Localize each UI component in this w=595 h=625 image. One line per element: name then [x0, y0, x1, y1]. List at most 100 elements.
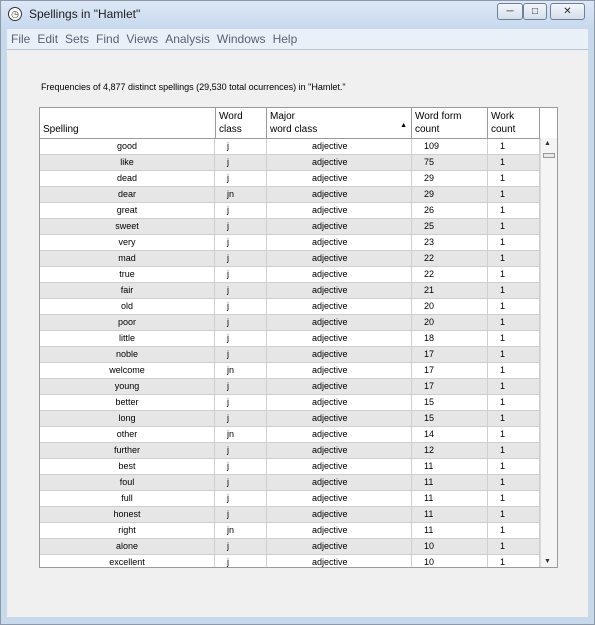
table-row[interactable]: like j adjective 75 1 — [40, 155, 540, 171]
table-row[interactable]: best j adjective 11 1 — [40, 459, 540, 475]
cell-major-word-class: adjective — [267, 491, 412, 506]
cell-spelling: true — [40, 267, 215, 282]
column-header-spelling[interactable]: Spelling — [40, 108, 216, 138]
cell-spelling: great — [40, 203, 215, 218]
cell-work-count: 1 — [488, 523, 540, 538]
table-row[interactable]: sweet j adjective 25 1 — [40, 219, 540, 235]
cell-word-class: j — [215, 475, 267, 490]
table-row[interactable]: fair j adjective 21 1 — [40, 283, 540, 299]
frequency-caption: Frequencies of 4,877 distinct spellings … — [41, 82, 346, 92]
cell-spelling: other — [40, 427, 215, 442]
menu-file[interactable]: File — [7, 29, 33, 49]
table-row[interactable]: welcome jn adjective 17 1 — [40, 363, 540, 379]
cell-word-class: j — [215, 331, 267, 346]
cell-word-form-count: 11 — [412, 459, 488, 474]
menu-views[interactable]: Views — [122, 29, 161, 49]
cell-major-word-class: adjective — [267, 267, 412, 282]
cell-major-word-class: adjective — [267, 235, 412, 250]
cell-major-word-class: adjective — [267, 523, 412, 538]
table-row[interactable]: better j adjective 15 1 — [40, 395, 540, 411]
table-row[interactable]: further j adjective 12 1 — [40, 443, 540, 459]
cell-spelling: long — [40, 411, 215, 426]
table-row[interactable]: noble j adjective 17 1 — [40, 347, 540, 363]
cell-work-count: 1 — [488, 187, 540, 202]
cell-work-count: 1 — [488, 443, 540, 458]
cell-spelling: young — [40, 379, 215, 394]
cell-word-class: j — [215, 347, 267, 362]
cell-work-count: 1 — [488, 315, 540, 330]
cell-work-count: 1 — [488, 331, 540, 346]
table-row[interactable]: young j adjective 17 1 — [40, 379, 540, 395]
cell-major-word-class: adjective — [267, 539, 412, 554]
cell-major-word-class: adjective — [267, 171, 412, 186]
menu-analysis[interactable]: Analysis — [161, 29, 213, 49]
scroll-thumb[interactable] — [543, 153, 555, 158]
table-row[interactable]: poor j adjective 20 1 — [40, 315, 540, 331]
cell-major-word-class: adjective — [267, 155, 412, 170]
table-row[interactable]: very j adjective 23 1 — [40, 235, 540, 251]
maximize-button[interactable]: □ — [523, 3, 547, 20]
cell-work-count: 1 — [488, 475, 540, 490]
cell-work-count: 1 — [488, 555, 540, 567]
vertical-scrollbar[interactable]: ▲ ▼ — [540, 138, 557, 567]
table-row[interactable]: little j adjective 18 1 — [40, 331, 540, 347]
cell-spelling: welcome — [40, 363, 215, 378]
menu-windows[interactable]: Windows — [213, 29, 269, 49]
cell-work-count: 1 — [488, 379, 540, 394]
column-header-word-form-count[interactable]: Word form count — [412, 108, 488, 138]
table-row[interactable]: old j adjective 20 1 — [40, 299, 540, 315]
table-row[interactable]: alone j adjective 10 1 — [40, 539, 540, 555]
table-row[interactable]: excellent j adjective 10 1 — [40, 555, 540, 567]
cell-work-count: 1 — [488, 347, 540, 362]
table-row[interactable]: great j adjective 26 1 — [40, 203, 540, 219]
cell-spelling: little — [40, 331, 215, 346]
menu-help[interactable]: Help — [269, 29, 301, 49]
cell-spelling: mad — [40, 251, 215, 266]
scroll-up-icon[interactable]: ▲ — [544, 140, 551, 147]
table-row[interactable]: true j adjective 22 1 — [40, 267, 540, 283]
cell-major-word-class: adjective — [267, 427, 412, 442]
cell-spelling: noble — [40, 347, 215, 362]
table-row[interactable]: right jn adjective 11 1 — [40, 523, 540, 539]
cell-spelling: dead — [40, 171, 215, 186]
cell-word-class: j — [215, 459, 267, 474]
table-row[interactable]: dear jn adjective 29 1 — [40, 187, 540, 203]
scroll-down-icon[interactable]: ▼ — [544, 558, 551, 565]
minimize-button[interactable]: ─ — [497, 3, 523, 20]
cell-word-class: j — [215, 251, 267, 266]
column-header-major-word-class[interactable]: Major word class ▲ — [267, 108, 412, 138]
table-row[interactable]: long j adjective 15 1 — [40, 411, 540, 427]
column-header-word-class[interactable]: Word class — [216, 108, 267, 138]
menu-sets[interactable]: Sets — [61, 29, 92, 49]
table-row[interactable]: honest j adjective 11 1 — [40, 507, 540, 523]
column-header-work-count[interactable]: Work count — [488, 108, 540, 138]
cell-work-count: 1 — [488, 507, 540, 522]
table-row[interactable]: mad j adjective 22 1 — [40, 251, 540, 267]
table-row[interactable]: foul j adjective 11 1 — [40, 475, 540, 491]
cell-work-count: 1 — [488, 219, 540, 234]
cell-spelling: sweet — [40, 219, 215, 234]
cell-work-count: 1 — [488, 539, 540, 554]
cell-word-form-count: 29 — [412, 171, 488, 186]
cell-word-form-count: 18 — [412, 331, 488, 346]
table-row[interactable]: good j adjective 109 1 — [40, 139, 540, 155]
cell-major-word-class: adjective — [267, 251, 412, 266]
table-row[interactable]: dead j adjective 29 1 — [40, 171, 540, 187]
cell-word-class: j — [215, 219, 267, 234]
cell-work-count: 1 — [488, 395, 540, 410]
table-body: good j adjective 109 1 like j adjective 75 1 dead j… — [40, 139, 540, 567]
table-row[interactable]: full j adjective 11 1 — [40, 491, 540, 507]
cell-word-class: jn — [215, 427, 267, 442]
clock-icon[interactable]: ◷ — [8, 7, 22, 21]
menu-edit[interactable]: Edit — [33, 29, 61, 49]
title-bar[interactable]: ◷ Spellings in "Hamlet" ─ □ ✕ — [1, 1, 594, 29]
cell-word-class: j — [215, 411, 267, 426]
cell-spelling: like — [40, 155, 215, 170]
cell-spelling: honest — [40, 507, 215, 522]
cell-word-form-count: 14 — [412, 427, 488, 442]
cell-word-form-count: 20 — [412, 315, 488, 330]
menu-find[interactable]: Find — [92, 29, 122, 49]
cell-major-word-class: adjective — [267, 139, 412, 154]
table-row[interactable]: other jn adjective 14 1 — [40, 427, 540, 443]
close-button[interactable]: ✕ — [550, 3, 585, 20]
